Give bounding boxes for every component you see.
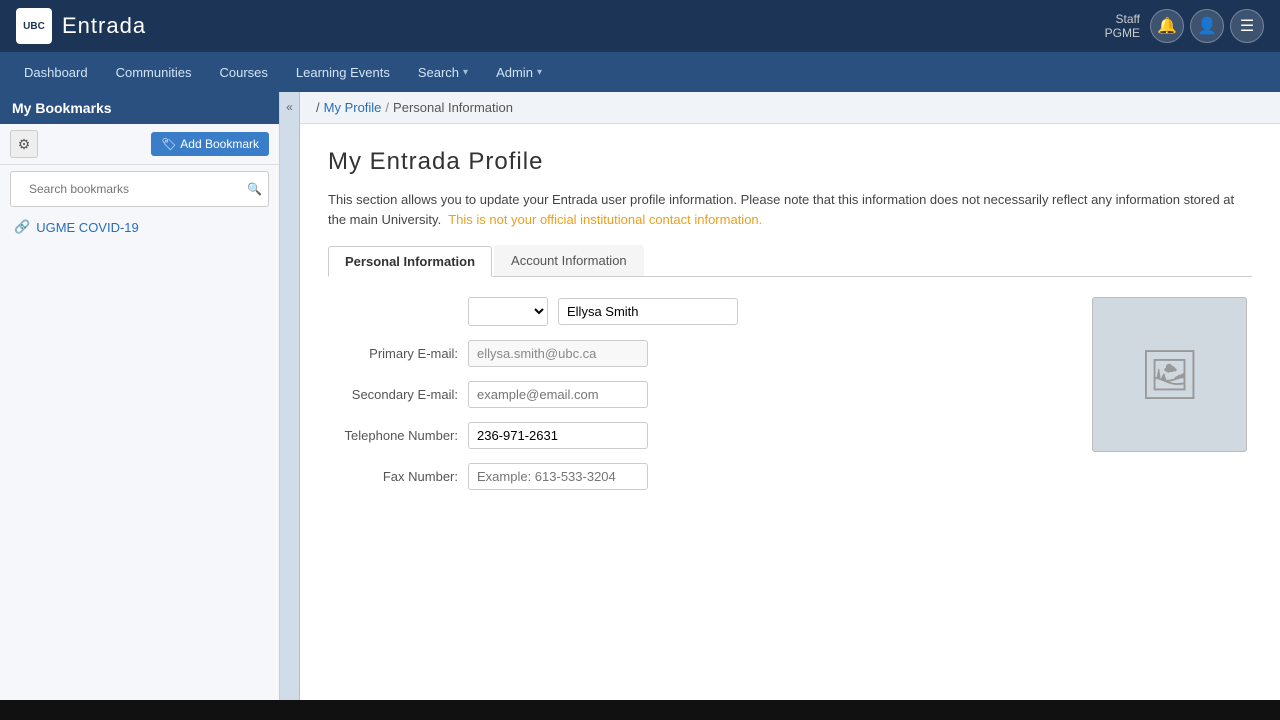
sidebar-header: My Bookmarks [0, 92, 279, 124]
nav-dashboard[interactable]: Dashboard [12, 59, 100, 86]
breadcrumb-current: Personal Information [393, 100, 513, 115]
name-input[interactable] [558, 298, 738, 325]
telephone-label: Telephone Number: [328, 428, 458, 443]
sidebar: My Bookmarks ⚙ 🏷 Add Bookmark 🔍 🔗 UGME C… [0, 92, 280, 700]
menu-button[interactable]: ☰ [1230, 9, 1264, 43]
search-bookmarks-input[interactable] [21, 178, 231, 200]
brand-bar: UBC Entrada Staff PGME 🔔 👤 ☰ [0, 0, 1280, 52]
photo-area: 🖼 [1092, 297, 1252, 504]
photo-placeholder[interactable]: 🖼 [1092, 297, 1247, 452]
tab-personal-information[interactable]: Personal Information [328, 246, 492, 277]
profile-description: This section allows you to update your E… [328, 190, 1252, 229]
breadcrumb: / My Profile / Personal Information [300, 92, 1280, 124]
nav-courses[interactable]: Courses [207, 59, 279, 86]
sidebar-toolbar: ⚙ 🏷 Add Bookmark [0, 124, 279, 165]
notifications-button[interactable]: 🔔 [1150, 9, 1184, 43]
telephone-input[interactable] [468, 422, 648, 449]
profile-tabs: Personal Information Account Information [328, 245, 1252, 277]
form-fields: Dr. Mr. Ms. Mrs. Prof. Primary E-mail: [328, 297, 1062, 504]
search-bookmarks-container: 🔍 [10, 171, 269, 207]
search-dropdown-arrow: ▾ [463, 67, 468, 78]
nav-admin[interactable]: Admin ▾ [484, 59, 554, 86]
content-area: / My Profile / Personal Information My E… [300, 92, 1280, 700]
primary-email-input[interactable] [468, 340, 648, 367]
gear-button[interactable]: ⚙ [10, 130, 38, 158]
profile-content: My Entrada Profile This section allows y… [300, 124, 1280, 528]
app-title: Entrada [62, 13, 146, 39]
primary-email-row: Primary E-mail: [328, 340, 1062, 367]
main-layout: My Bookmarks ⚙ 🏷 Add Bookmark 🔍 🔗 UGME C… [0, 92, 1280, 700]
name-prefix-select[interactable]: Dr. Mr. Ms. Mrs. Prof. [468, 297, 548, 326]
name-row: Dr. Mr. Ms. Mrs. Prof. [328, 297, 1062, 326]
secondary-email-input[interactable] [468, 381, 648, 408]
secondary-email-row: Secondary E-mail: [328, 381, 1062, 408]
telephone-row: Telephone Number: [328, 422, 1062, 449]
brand-right: Staff PGME 🔔 👤 ☰ [1105, 9, 1264, 43]
profile-description-highlight: This is not your official institutional … [448, 212, 762, 227]
primary-email-label: Primary E-mail: [328, 346, 458, 361]
user-button[interactable]: 👤 [1190, 9, 1224, 43]
page-title: My Entrada Profile [328, 148, 1252, 176]
search-bookmarks-icon: 🔍 [241, 178, 268, 200]
breadcrumb-my-profile[interactable]: My Profile [324, 100, 382, 115]
add-bookmark-button[interactable]: 🏷 Add Bookmark [151, 132, 269, 156]
secondary-email-label: Secondary E-mail: [328, 387, 458, 402]
staff-label: Staff PGME [1105, 12, 1140, 41]
nav-bar: Dashboard Communities Courses Learning E… [0, 52, 1280, 92]
bottom-bar [0, 700, 1280, 720]
fax-input[interactable] [468, 463, 648, 490]
brand-left: UBC Entrada [16, 8, 146, 44]
fax-row: Fax Number: [328, 463, 1062, 490]
admin-dropdown-arrow: ▾ [537, 67, 542, 78]
breadcrumb-sep: / [316, 100, 320, 115]
fax-label: Fax Number: [328, 469, 458, 484]
nav-communities[interactable]: Communities [104, 59, 204, 86]
ubc-logo: UBC [16, 8, 52, 44]
link-icon: 🔗 [14, 219, 30, 235]
gear-icon: ⚙ [18, 136, 31, 153]
tab-account-information[interactable]: Account Information [494, 245, 644, 276]
nav-search[interactable]: Search ▾ [406, 59, 480, 86]
nav-learning-events[interactable]: Learning Events [284, 59, 402, 86]
bookmark-item-ugme[interactable]: 🔗 UGME COVID-19 [0, 213, 279, 241]
sidebar-collapse-bar[interactable]: « [280, 92, 300, 700]
profile-form-section: Dr. Mr. Ms. Mrs. Prof. Primary E-mail: [328, 297, 1252, 504]
breadcrumb-sep2: / [385, 100, 389, 115]
photo-icon: 🖼 [1139, 346, 1200, 403]
collapse-icon: « [286, 100, 293, 114]
bookmark-flag-icon: 🏷 [161, 137, 176, 151]
